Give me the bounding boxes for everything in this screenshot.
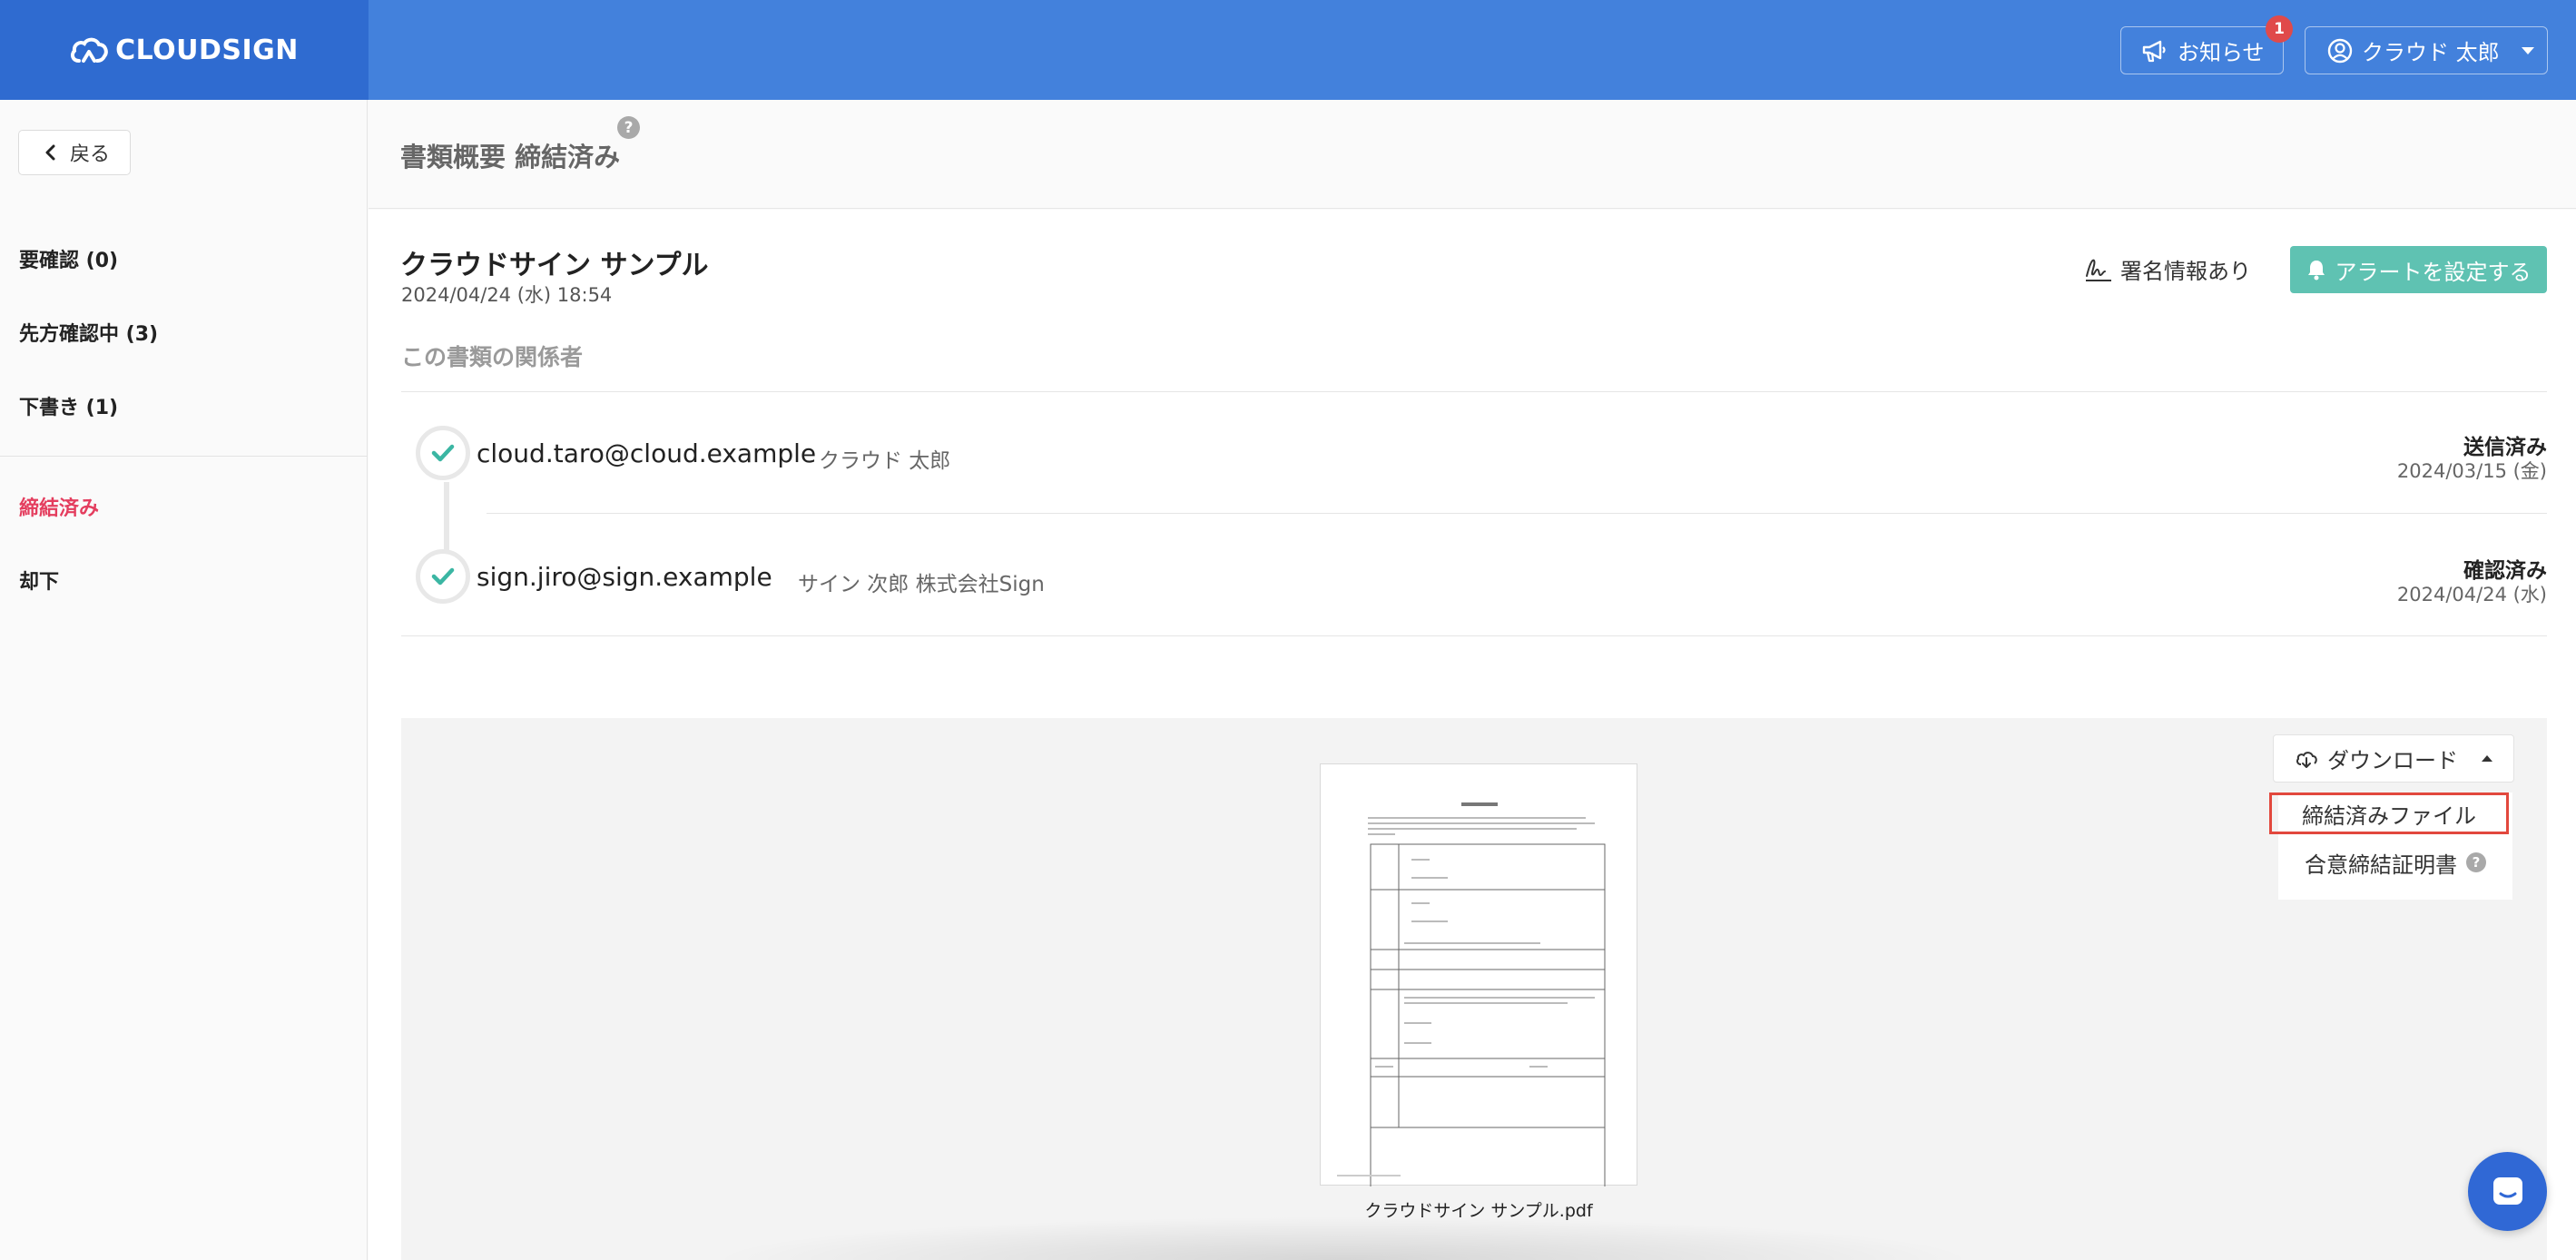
party-email: sign.jiro@sign.example: [477, 562, 772, 592]
signature-info-label: 署名情報あり: [2120, 259, 2251, 284]
download-label: ダウンロード: [2327, 748, 2458, 773]
party-status-circle: [416, 549, 470, 604]
document-main: クラウドサイン サンプル 2024/04/24 (水) 18:54 署名情報あり…: [369, 210, 2576, 1260]
cloud-download-icon: [2296, 751, 2317, 768]
notice-button[interactable]: お知らせ: [2120, 26, 2284, 74]
help-icon[interactable]: ?: [2466, 852, 2486, 872]
top-header: CLOUDSIGN お知らせ 1 クラウド 太郎: [0, 0, 2576, 100]
party-status-date: 2024/04/24 (水): [2396, 584, 2547, 605]
signature-icon: [2086, 259, 2111, 281]
bell-icon: [2307, 261, 2325, 281]
sidebar-item-concluded[interactable]: 締結済み: [19, 492, 99, 521]
document-date: 2024/04/24 (水) 18:54: [401, 284, 613, 306]
chat-support-button[interactable]: [2468, 1152, 2547, 1231]
download-button[interactable]: ダウンロード: [2273, 734, 2514, 783]
party-status-date: 2024/03/15 (金): [2396, 460, 2547, 482]
user-circle-icon: [2327, 38, 2353, 63]
chevron-left-icon: [45, 144, 55, 161]
user-name: クラウド 太郎: [2362, 40, 2500, 65]
chevron-down-icon: [2521, 46, 2534, 54]
pdf-page-image: [1337, 802, 1606, 1208]
party-row: cloud.taro@cloud.example クラウド 太郎 送信済み 20…: [401, 418, 2547, 487]
sidebar: 戻る 要確認 (0) 先方確認中 (3) 下書き (1) 締結済み 却下: [0, 100, 368, 1260]
divider: [401, 391, 2547, 392]
menu-item-agreement-certificate[interactable]: 合意締結証明書 ?: [2278, 842, 2512, 883]
divider: [487, 513, 2547, 514]
check-icon: [431, 567, 455, 586]
notice-count-badge: 1: [2266, 15, 2293, 43]
page-title-bar: 書類概要 締結済み ?: [369, 100, 2576, 209]
chat-icon: [2492, 1176, 2522, 1205]
megaphone-icon: [2142, 40, 2166, 62]
party-name: サイン 次郎 株式会社Sign: [798, 573, 1045, 596]
sidebar-divider: [0, 456, 368, 457]
signature-info-link[interactable]: 署名情報あり: [2084, 253, 2251, 285]
party-row: sign.jiro@sign.example サイン 次郎 株式会社Sign 確…: [401, 542, 2547, 611]
set-alert-label: アラートを設定する: [2335, 259, 2532, 285]
sidebar-item-drafts[interactable]: 下書き (1): [19, 391, 118, 420]
menu-item-label: 合意締結証明書: [2305, 851, 2457, 878]
logo-text: CLOUDSIGN: [115, 34, 299, 66]
party-email: cloud.taro@cloud.example: [477, 438, 817, 468]
download-menu: 締結済みファイル 合意締結証明書 ?: [2269, 792, 2512, 900]
bottom-shadow: [708, 1216, 1979, 1260]
logo-area[interactable]: CLOUDSIGN: [0, 0, 369, 100]
menu-item-concluded-file[interactable]: 締結済みファイル: [2269, 792, 2509, 834]
party-name: クラウド 太郎: [819, 449, 951, 473]
party-status: 送信済み: [2463, 436, 2547, 459]
cloudsign-logo: CLOUDSIGN: [70, 34, 299, 66]
check-icon: [431, 444, 455, 462]
party-status-circle: [416, 426, 470, 480]
parties-heading: この書類の関係者: [401, 344, 584, 370]
notice-label: お知らせ: [2178, 40, 2265, 65]
cloud-logo-icon: [71, 37, 108, 63]
set-alert-button[interactable]: アラートを設定する: [2290, 246, 2547, 293]
chevron-up-icon: [2482, 755, 2492, 762]
back-button[interactable]: 戻る: [18, 130, 131, 175]
help-icon[interactable]: ?: [617, 116, 640, 139]
party-status: 確認済み: [2463, 559, 2547, 583]
sidebar-item-needs-review[interactable]: 要確認 (0): [19, 244, 118, 273]
page-title: 書類概要 締結済み: [400, 142, 621, 172]
document-preview-area: クラウドサイン サンプル.pdf ダウンロード 締結済みファイル 合意締結証明書…: [401, 718, 2547, 1260]
sidebar-item-awaiting-counterparty[interactable]: 先方確認中 (3): [19, 318, 158, 347]
pdf-thumbnail[interactable]: [1320, 763, 1637, 1208]
back-label: 戻る: [70, 143, 111, 166]
divider: [401, 635, 2547, 636]
sidebar-item-rejected[interactable]: 却下: [19, 566, 59, 595]
user-menu-button[interactable]: クラウド 太郎: [2305, 26, 2548, 74]
document-title: クラウドサイン サンプル: [400, 250, 709, 281]
